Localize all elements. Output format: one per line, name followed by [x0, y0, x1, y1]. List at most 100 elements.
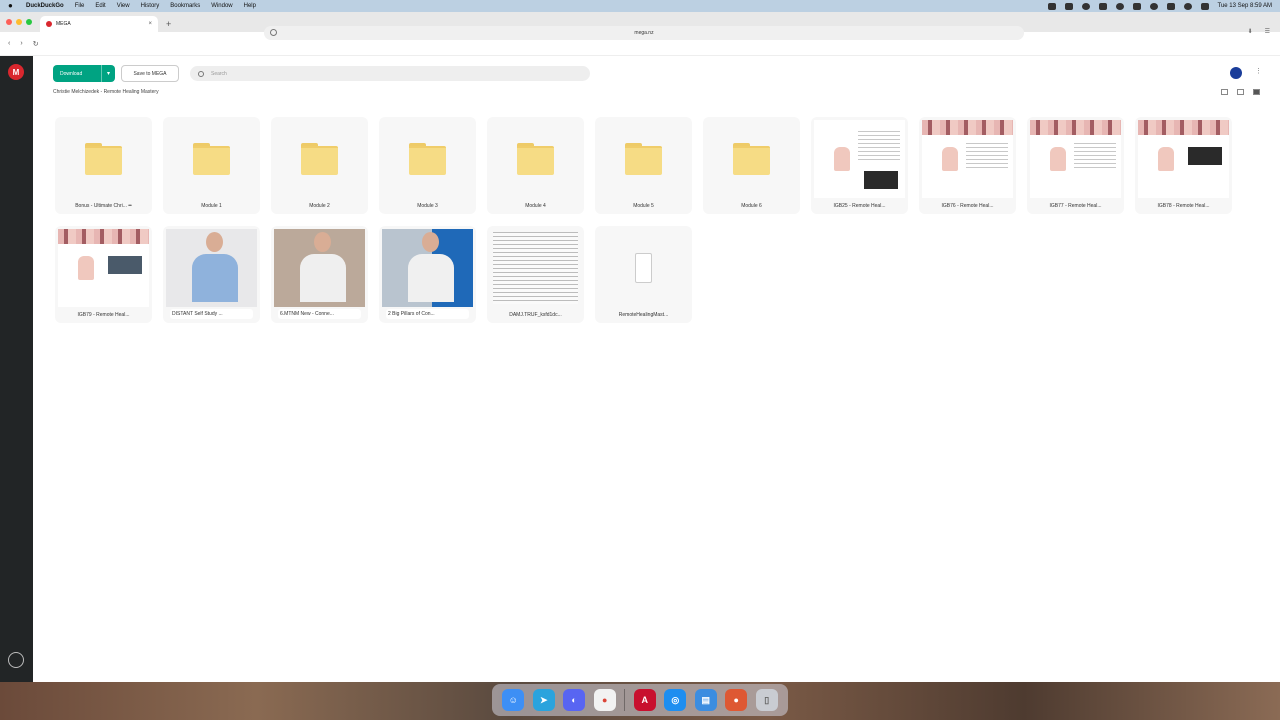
save-to-mega-button[interactable]: Save to MEGA	[121, 65, 179, 82]
person-preview	[382, 229, 473, 307]
image-thumbnail	[814, 120, 905, 198]
menu-history[interactable]: History	[141, 3, 160, 9]
mega-favicon-icon	[46, 21, 52, 27]
address-bar[interactable]: mega.nz	[264, 26, 1024, 40]
video-thumbnail	[382, 229, 473, 307]
wifi-icon[interactable]	[1183, 2, 1192, 10]
download-button[interactable]: Download ▾	[53, 65, 115, 82]
folder-thumb	[706, 120, 797, 198]
sidebar-settings-icon[interactable]	[8, 652, 24, 668]
telegram-icon[interactable]: ➤	[532, 689, 555, 711]
list-view-icon[interactable]	[1237, 89, 1244, 95]
item-name: DISTANT Self Study ...	[170, 309, 253, 319]
grid-view-icon[interactable]	[1221, 89, 1228, 95]
more-options-icon[interactable]: ⋮	[1255, 67, 1262, 75]
mega-sidebar: M	[0, 56, 33, 682]
folder-item[interactable]: Module 5	[595, 117, 692, 214]
folder-icon	[625, 143, 662, 175]
forward-button[interactable]: ›	[20, 40, 22, 47]
screenshot-preview	[814, 120, 905, 198]
status-icon-7[interactable]	[1149, 2, 1158, 10]
macos-menu-bar: ● DuckDuckGo File Edit View History Book…	[0, 0, 1280, 12]
item-name: IGB25 - Remote Heal...	[833, 203, 886, 209]
battery-icon[interactable]	[1166, 2, 1175, 10]
video-item[interactable]: 2 Big Pillars of Con...	[379, 226, 476, 323]
apple-icon[interactable]: ●	[8, 2, 16, 10]
reload-button[interactable]: ↻	[33, 40, 39, 48]
new-tab-button[interactable]: +	[166, 16, 171, 32]
finder-icon[interactable]: ☺	[502, 689, 525, 711]
item-name: Module 4	[525, 203, 546, 209]
folder-thumb	[166, 120, 257, 198]
close-window-button[interactable]	[6, 19, 12, 25]
status-icon-2[interactable]	[1064, 2, 1073, 10]
breadcrumb[interactable]: Christie Melchizedek - Remote Healing Ma…	[53, 89, 159, 95]
folder-thumb	[598, 120, 689, 198]
control-center-icon[interactable]	[1200, 2, 1209, 10]
discord-icon[interactable]: ◐	[563, 689, 586, 711]
folder-item[interactable]: Module 3	[379, 117, 476, 214]
folder-item[interactable]: Module 4	[487, 117, 584, 214]
status-icon-1[interactable]	[1047, 2, 1056, 10]
tab-mega[interactable]: MEGA ×	[40, 16, 158, 32]
menu-edit[interactable]: Edit	[95, 3, 105, 9]
video-thumbnail	[166, 229, 257, 307]
minimize-window-button[interactable]	[16, 19, 22, 25]
dock-separator	[624, 689, 626, 711]
duckduckgo-icon[interactable]: ●	[725, 689, 748, 711]
trash-icon[interactable]: ▯	[755, 689, 778, 711]
image-item[interactable]: IGB77 - Remote Heal...	[1027, 117, 1124, 214]
search-icon	[198, 70, 204, 77]
status-icon-6[interactable]	[1132, 2, 1141, 10]
image-item[interactable]: IGB25 - Remote Heal...	[811, 117, 908, 214]
menu-help[interactable]: Help	[244, 3, 256, 9]
item-name: IGB76 - Remote Heal...	[941, 203, 994, 209]
zoom-window-button[interactable]	[26, 19, 32, 25]
menu-file[interactable]: File	[75, 3, 85, 9]
item-name: Module 6	[741, 203, 762, 209]
menu-window[interactable]: Window	[211, 3, 232, 9]
status-icon-4[interactable]	[1098, 2, 1107, 10]
browser-menu-icon[interactable]: ☰	[1265, 28, 1270, 35]
image-item[interactable]: IGB78 - Remote Heal...	[1135, 117, 1232, 214]
folder-item[interactable]: Module 2	[271, 117, 368, 214]
status-icon-3[interactable]	[1081, 2, 1090, 10]
avatar[interactable]	[1230, 67, 1242, 79]
video-item[interactable]: 6.MTNM New - Conne...	[271, 226, 368, 323]
image-item[interactable]: IGB79 - Remote Heal...	[55, 226, 152, 323]
site-info-icon[interactable]	[270, 29, 277, 36]
close-tab-icon[interactable]: ×	[148, 21, 152, 27]
mega-logo-icon[interactable]: M	[8, 64, 24, 80]
download-dropdown-icon[interactable]: ▾	[101, 65, 115, 82]
status-icon-5[interactable]	[1115, 2, 1124, 10]
search-input[interactable]: Search	[190, 66, 590, 81]
back-button[interactable]: ‹	[8, 40, 10, 47]
menubar-clock[interactable]: Tue 13 Sep 8:59 AM	[1218, 3, 1272, 9]
folder-thumb	[382, 120, 473, 198]
tab-title: MEGA	[56, 21, 71, 27]
image-item[interactable]: IGB76 - Remote Heal...	[919, 117, 1016, 214]
video-item[interactable]: DISTANT Self Study ...	[163, 226, 260, 323]
search-placeholder: Search	[211, 70, 227, 77]
folder-item[interactable]: Module 6	[703, 117, 800, 214]
folder-icon	[193, 143, 230, 175]
acrobat-icon[interactable]: A	[633, 689, 656, 711]
menu-view[interactable]: View	[117, 3, 130, 9]
menu-app-name[interactable]: DuckDuckGo	[26, 3, 64, 9]
folder-item[interactable]: Bonus - Ultimate Chri... ••	[55, 117, 152, 214]
folder-thumb	[490, 120, 581, 198]
screenshot-preview	[58, 229, 149, 307]
chrome-icon[interactable]: ●	[593, 689, 616, 711]
view-toggle	[1221, 89, 1260, 95]
info-panel-icon[interactable]	[1253, 89, 1260, 95]
preview-icon[interactable]: ▤	[694, 689, 717, 711]
file-thumbnail	[598, 229, 689, 307]
safari-icon[interactable]: ◎	[664, 689, 687, 711]
document-item[interactable]: DAMJ.TRUF_ksfd1dc...	[487, 226, 584, 323]
downloads-icon[interactable]: ⬇	[1248, 28, 1253, 35]
file-item[interactable]: RemoteHealingMast...	[595, 226, 692, 323]
screenshot-preview	[1030, 120, 1121, 198]
folder-item[interactable]: Module 1	[163, 117, 260, 214]
menu-bookmarks[interactable]: Bookmarks	[170, 3, 200, 9]
folder-icon	[301, 143, 338, 175]
